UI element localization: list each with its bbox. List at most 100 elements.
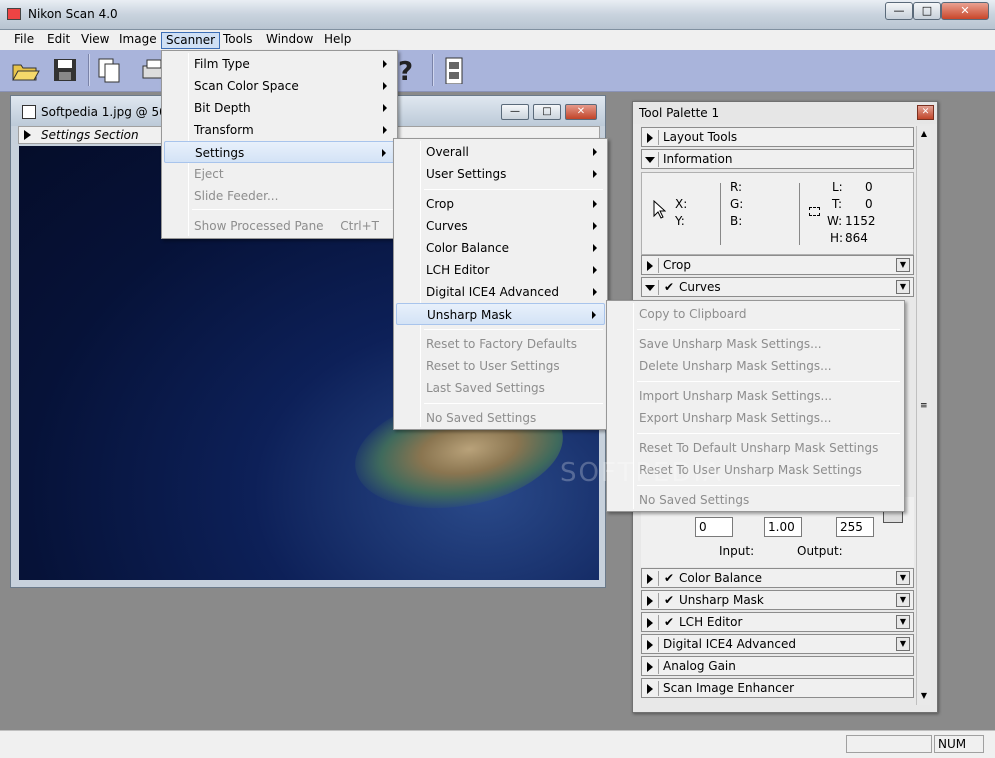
scan-icon[interactable] [440,56,470,85]
palette-scrollbar[interactable]: ▲ ≡ ▼ [916,126,931,705]
menu-item-overall[interactable]: Overall [396,141,605,163]
row-digital-ice[interactable]: Digital ICE4 Advanced ▼ [641,634,914,654]
menu-item-delete-unsharp[interactable]: Delete Unsharp Mask Settings... [609,355,902,377]
row-menu-button[interactable]: ▼ [896,571,910,585]
close-button[interactable]: ✕ [941,2,989,20]
image-minimize-button[interactable]: — [501,104,529,120]
menu-item-no-saved[interactable]: No Saved Settings [396,407,605,429]
menu-tools[interactable]: Tools [219,32,257,49]
expand-triangle-icon [647,574,653,584]
save-icon[interactable] [50,56,80,84]
row-label: Layout Tools [663,130,738,144]
row-label: Scan Image Enhancer [663,681,795,695]
output-high-field[interactable]: 255 [836,517,874,537]
scroll-up-icon[interactable]: ▲ [919,129,929,139]
g-label: G: [730,197,744,211]
menu-edit[interactable]: Edit [43,32,74,49]
row-scan-image-enhancer[interactable]: Scan Image Enhancer [641,678,914,698]
checkbox-lch-editor[interactable]: ✔ [664,615,674,629]
row-menu-button[interactable]: ▼ [896,637,910,651]
menu-item-show-processed-pane[interactable]: Show Processed Pane Ctrl+T [164,215,395,237]
menu-view[interactable]: View [77,32,113,49]
scroll-grip-icon[interactable]: ≡ [920,401,928,411]
gamma-field[interactable]: 1.00 [764,517,802,537]
toolbar: ? [0,50,995,92]
row-information[interactable]: Information [641,149,914,169]
menu-item-copy-clipboard[interactable]: Copy to Clipboard [609,303,902,325]
minimize-button[interactable]: — [885,2,913,20]
row-menu-button[interactable]: ▼ [896,280,910,294]
t-label: T: [832,197,843,211]
menu-item-curves[interactable]: Curves [396,215,605,237]
menu-item-slide-feeder[interactable]: Slide Feeder... [164,185,395,207]
image-close-button[interactable]: ✕ [565,104,597,120]
w-value: 1152 [845,214,876,228]
menu-item-reset-user[interactable]: Reset to User Settings [396,355,605,377]
scroll-down-icon[interactable]: ▼ [919,691,929,701]
palette-close-button[interactable]: ✕ [917,105,934,120]
menu-item-scan-color-space[interactable]: Scan Color Space [164,75,395,97]
expand-triangle-icon [24,130,31,140]
output-label: Output: [797,544,843,558]
document-icon [22,105,36,119]
menu-item-color-balance[interactable]: Color Balance [396,237,605,259]
palette-titlebar[interactable]: Tool Palette 1 ✕ [633,102,937,124]
menu-item-bit-depth[interactable]: Bit Depth [164,97,395,119]
status-bar: NUM [0,730,995,758]
checkbox-curves[interactable]: ✔ [664,280,674,294]
row-analog-gain[interactable]: Analog Gain [641,656,914,676]
menu-item-last-saved[interactable]: Last Saved Settings [396,377,605,399]
menu-item-transform[interactable]: Transform [164,119,395,141]
row-menu-button[interactable]: ▼ [896,593,910,607]
row-label: Crop [663,258,692,272]
l-label: L: [832,180,843,194]
menu-file[interactable]: File [10,32,38,49]
row-menu-button[interactable]: ▼ [896,615,910,629]
row-curves[interactable]: ✔ Curves ▼ [641,277,914,297]
l-value: 0 [865,180,873,194]
copy-icon[interactable] [95,56,125,84]
menu-help[interactable]: Help [320,32,355,49]
menu-scanner[interactable]: Scanner [161,32,221,49]
row-color-balance[interactable]: ✔ Color Balance ▼ [641,568,914,588]
row-crop[interactable]: Crop ▼ [641,255,914,275]
t-value: 0 [865,197,873,211]
menu-item-save-unsharp[interactable]: Save Unsharp Mask Settings... [609,333,902,355]
menu-item-eject[interactable]: Eject [164,163,395,185]
status-cell-empty [846,735,932,753]
row-unsharp-mask[interactable]: ✔ Unsharp Mask ▼ [641,590,914,610]
maximize-button[interactable]: □ [913,2,941,20]
expand-triangle-icon [647,684,653,694]
menu-item-digital-ice[interactable]: Digital ICE4 Advanced [396,281,605,303]
menu-item-settings[interactable]: Settings [164,141,395,163]
menu-bar: File Edit View Image Scanner Tools Windo… [0,30,995,50]
menu-item-import-unsharp[interactable]: Import Unsharp Mask Settings... [609,385,902,407]
menu-image[interactable]: Image [115,32,161,49]
menu-item-film-type[interactable]: Film Type [164,53,395,75]
image-maximize-button[interactable]: □ [533,104,561,120]
menu-window[interactable]: Window [262,32,317,49]
menu-item-user-settings[interactable]: User Settings [396,163,605,185]
checkbox-color-balance[interactable]: ✔ [664,571,674,585]
menu-item-lch-editor[interactable]: LCH Editor [396,259,605,281]
menu-item-reset-default-unsharp[interactable]: Reset To Default Unsharp Mask Settings [609,437,902,459]
menu-item-no-saved-unsharp[interactable]: No Saved Settings [609,489,902,511]
svg-text:?: ? [398,57,413,84]
row-lch-editor[interactable]: ✔ LCH Editor ▼ [641,612,914,632]
expand-triangle-icon [647,133,653,143]
expand-triangle-icon [647,596,653,606]
row-layout-tools[interactable]: Layout Tools [641,127,914,147]
scanner-menu: Film Type Scan Color Space Bit Depth Tra… [161,50,398,239]
input-low-field[interactable]: 0 [695,517,733,537]
row-menu-button[interactable]: ▼ [896,258,910,272]
open-folder-icon[interactable] [10,56,40,84]
menu-item-unsharp-mask[interactable]: Unsharp Mask [396,303,605,325]
menu-item-export-unsharp[interactable]: Export Unsharp Mask Settings... [609,407,902,429]
collapse-triangle-icon [645,157,655,163]
row-label: Digital ICE4 Advanced [663,637,796,651]
settings-submenu: Overall User Settings Crop Curves Color … [393,138,608,430]
checkbox-unsharp-mask[interactable]: ✔ [664,593,674,607]
menu-item-reset-factory[interactable]: Reset to Factory Defaults [396,333,605,355]
h-value: 864 [845,231,868,245]
menu-item-crop[interactable]: Crop [396,193,605,215]
